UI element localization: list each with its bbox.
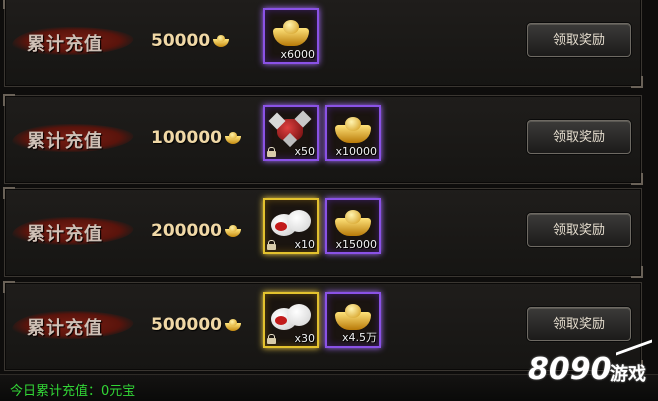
lock-icon (267, 334, 276, 344)
lock-icon (267, 147, 276, 157)
ingot-currency-icon (224, 132, 242, 144)
tier-amount: 200000 (151, 221, 242, 241)
gold-ingot-icon (335, 208, 371, 238)
lock-icon (267, 240, 276, 250)
reward-count: x30 (294, 332, 315, 345)
tier-label: 累计充值 (10, 211, 136, 251)
ingot-currency-icon (224, 319, 242, 331)
tier-amount: 100000 (151, 128, 242, 148)
reward-slot[interactable]: x30 (263, 292, 319, 348)
gold-ingot-icon (335, 302, 371, 332)
amount-value: 100000 (151, 128, 222, 148)
claim-reward-button[interactable]: 领取奖励 (527, 120, 631, 154)
reward-slot[interactable]: x4.5万 (325, 292, 381, 348)
reward-row: 累计充值 200000 x10 x15000 领取奖励 (3, 187, 643, 278)
reward-row: 累计充值 50000 x6000 领取奖励 (3, 0, 643, 88)
tier-label-text: 累计充值 (27, 131, 103, 152)
tier-amount: 50000 (151, 31, 230, 51)
tier-label-text: 累计充值 (27, 224, 103, 245)
reward-count: x4.5万 (341, 331, 377, 344)
watermark-number: 8090 (528, 352, 612, 387)
daily-recharge-total: 今日累计充值：0元宝 (10, 384, 136, 399)
claim-reward-button[interactable]: 领取奖励 (527, 307, 631, 341)
reward-count: x50 (294, 145, 315, 158)
watermark-text: 游戏 (610, 364, 646, 385)
reward-slot[interactable]: x50 (263, 105, 319, 161)
amount-value: 50000 (151, 31, 211, 51)
site-watermark-logo: 8090 游戏 (528, 339, 658, 400)
tier-label-text: 累计充值 (27, 318, 103, 339)
gold-ingot-icon (335, 115, 371, 145)
gear-item-icon (268, 110, 312, 148)
claim-reward-button[interactable]: 领取奖励 (527, 213, 631, 247)
reward-count: x15000 (335, 238, 377, 251)
reward-slot[interactable]: x10 (263, 198, 319, 254)
tier-label-text: 累计充值 (27, 34, 103, 55)
ingot-currency-icon (212, 35, 230, 47)
amount-value: 200000 (151, 221, 222, 241)
gold-ingot-icon (273, 18, 309, 48)
white-fruit-icon (271, 304, 311, 332)
white-fruit-icon (271, 210, 311, 238)
amount-value: 500000 (151, 315, 222, 335)
reward-row: 累计充值 100000 x50 x10000 领取奖励 (3, 94, 643, 185)
reward-count: x10000 (335, 145, 377, 158)
reward-count: x6000 (280, 48, 315, 61)
reward-count: x10 (294, 238, 315, 251)
tier-label: 累计充值 (10, 305, 136, 345)
claim-reward-button[interactable]: 领取奖励 (527, 23, 631, 57)
tier-label: 累计充值 (10, 118, 136, 158)
reward-slot[interactable]: x6000 (263, 8, 319, 64)
tier-label: 累计充值 (10, 21, 136, 61)
reward-slot[interactable]: x15000 (325, 198, 381, 254)
reward-slot[interactable]: x10000 (325, 105, 381, 161)
tier-amount: 500000 (151, 315, 242, 335)
ingot-currency-icon (224, 225, 242, 237)
